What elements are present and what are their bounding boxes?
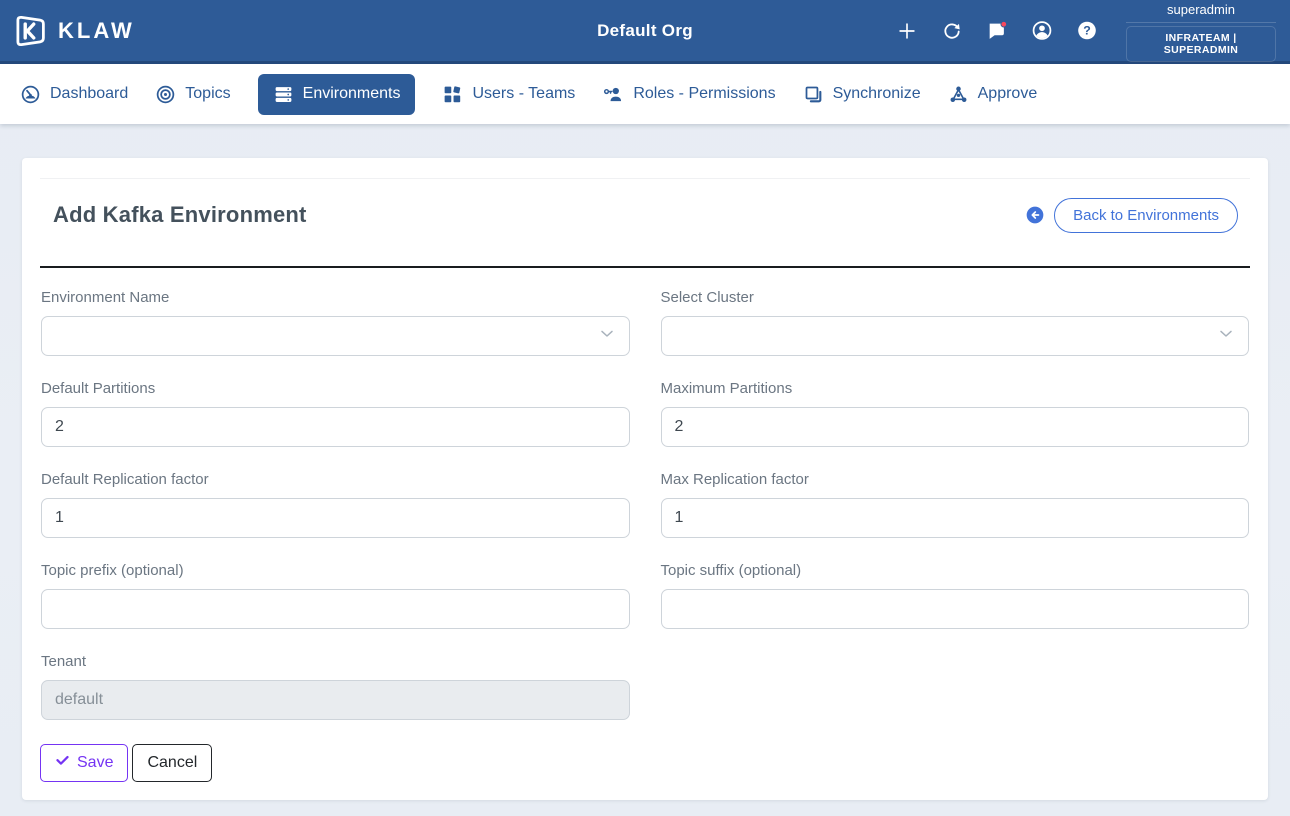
cancel-button[interactable]: Cancel	[132, 744, 213, 782]
main-nav: Dashboard Topics Environments Users - Te…	[0, 64, 1290, 124]
gauge-icon	[20, 84, 41, 105]
field-topic-prefix: Topic prefix (optional)	[41, 562, 630, 629]
nav-item-environments[interactable]: Environments	[257, 73, 416, 115]
chevron-down-icon	[1216, 324, 1236, 349]
nav-label: Approve	[977, 85, 1038, 102]
field-tenant: Tenant	[41, 653, 630, 720]
main-content: Add Kafka Environment Back to Environmen…	[0, 124, 1290, 800]
check-icon	[55, 753, 70, 773]
add-environment-card: Add Kafka Environment Back to Environmen…	[22, 158, 1268, 800]
header-actions: ?	[896, 20, 1098, 42]
nav-item-users-teams[interactable]: Users - Teams	[442, 84, 575, 105]
environment-form: Environment Name Select Cluster Default …	[40, 289, 1250, 720]
hub-icon	[948, 84, 969, 105]
help-icon[interactable]: ?	[1076, 20, 1098, 42]
brand[interactable]: KLAW	[12, 14, 312, 48]
team-role-menu[interactable]: INFRATEAM | SUPERADMIN	[1126, 26, 1276, 62]
user-key-icon	[602, 84, 624, 105]
arrow-circle-left-icon[interactable]	[1025, 205, 1045, 225]
topic-suffix-input[interactable]	[660, 589, 1249, 629]
field-default-partitions: Default Partitions	[41, 380, 630, 447]
maximum-partitions-input[interactable]	[660, 407, 1249, 447]
default-partitions-input[interactable]	[41, 407, 630, 447]
nav-item-approve[interactable]: Approve	[948, 84, 1038, 105]
server-icon	[273, 84, 294, 105]
nav-item-topics[interactable]: Topics	[155, 84, 231, 105]
topic-suffix-label: Topic suffix (optional)	[660, 562, 802, 579]
brand-name: KLAW	[58, 17, 135, 43]
default-partitions-label: Default Partitions	[41, 380, 156, 397]
default-replication-factor-input[interactable]	[41, 498, 630, 538]
field-select-cluster: Select Cluster	[660, 289, 1249, 356]
target-icon	[155, 84, 176, 105]
refresh-icon[interactable]	[941, 20, 963, 42]
app-header: KLAW Default Org ? superadmin INFRATEAM …	[0, 0, 1290, 64]
nav-label: Environments	[302, 85, 401, 102]
select-cluster-label: Select Cluster	[660, 289, 754, 306]
back-wrap: Back to Environments	[1025, 197, 1238, 233]
topic-prefix-input[interactable]	[41, 589, 630, 629]
section-divider	[40, 266, 1250, 268]
nav-label: Roles - Permissions	[633, 85, 776, 102]
nav-label: Users - Teams	[472, 85, 576, 102]
nav-label: Dashboard	[50, 85, 129, 102]
page-title: Add Kafka Environment	[53, 202, 307, 227]
chevron-down-icon	[597, 324, 617, 349]
max-replication-factor-input[interactable]	[660, 498, 1249, 538]
nav-item-roles-permissions[interactable]: Roles - Permissions	[602, 84, 776, 105]
back-to-environments-button[interactable]: Back to Environments	[1054, 197, 1238, 233]
save-button[interactable]: Save	[40, 744, 129, 782]
form-actions: Save Cancel	[40, 744, 1250, 782]
default-replication-factor-label: Default Replication factor	[41, 471, 209, 488]
field-max-replication-factor: Max Replication factor	[660, 471, 1249, 538]
widgets-icon	[442, 84, 463, 105]
account-icon[interactable]	[1031, 20, 1053, 42]
klaw-logo-icon	[12, 14, 48, 48]
nav-label: Topics	[185, 85, 231, 102]
field-default-replication-factor: Default Replication factor	[41, 471, 630, 538]
nav-label: Synchronize	[832, 85, 921, 102]
environment-name-label: Environment Name	[41, 289, 170, 306]
select-cluster-select[interactable]	[660, 316, 1249, 356]
maximum-partitions-label: Maximum Partitions	[660, 380, 793, 397]
card-header: Add Kafka Environment Back to Environmen…	[40, 193, 1250, 237]
topic-prefix-label: Topic prefix (optional)	[41, 562, 184, 579]
plus-icon[interactable]	[896, 20, 918, 42]
cancel-button-label: Cancel	[147, 754, 198, 771]
field-topic-suffix: Topic suffix (optional)	[660, 562, 1249, 629]
field-maximum-partitions: Maximum Partitions	[660, 380, 1249, 447]
field-environment-name: Environment Name	[41, 289, 630, 356]
tenant-label: Tenant	[41, 653, 87, 670]
svg-text:?: ?	[1083, 24, 1091, 38]
copy-icon	[803, 84, 824, 105]
username-menu[interactable]: superadmin	[1126, 0, 1276, 23]
max-replication-factor-label: Max Replication factor	[660, 471, 809, 488]
tenant-input	[41, 680, 630, 720]
save-button-label: Save	[77, 754, 114, 771]
nav-item-dashboard[interactable]: Dashboard	[20, 84, 128, 105]
nav-item-synchronize[interactable]: Synchronize	[803, 84, 921, 105]
environment-name-select[interactable]	[41, 316, 630, 356]
card-topline	[40, 178, 1250, 179]
user-block: superadmin INFRATEAM | SUPERADMIN	[1126, 0, 1276, 62]
chat-icon[interactable]	[986, 20, 1008, 42]
